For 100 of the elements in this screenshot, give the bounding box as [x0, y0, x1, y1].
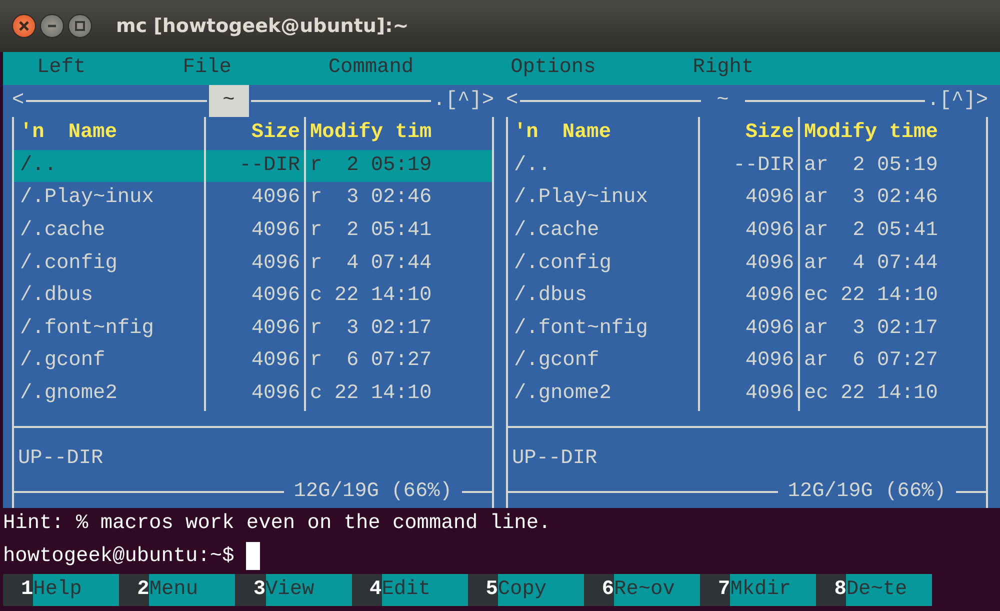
file-size: 4096	[745, 252, 794, 275]
file-name: /..	[514, 154, 551, 177]
file-size: 4096	[745, 349, 794, 372]
file-time: r 6 07:27	[310, 349, 432, 372]
file-time: r 2 05:19	[310, 154, 432, 177]
file-name: /.gnome2	[20, 382, 118, 405]
function-key[interactable]: View	[266, 574, 352, 606]
file-time: r 2 05:41	[310, 218, 432, 242]
file-row[interactable]: /.. --DIR r 2 05:19	[14, 150, 492, 182]
file-time: r 3 02:17	[310, 316, 432, 340]
window-title: mc [howtogeek@ubuntu]:~	[116, 14, 409, 39]
file-size: 4096	[251, 218, 300, 242]
file-size: 4096	[745, 316, 794, 340]
file-name: /.font~nfig	[514, 316, 648, 340]
hint-text: Hint: % macros work even on the command line.	[3, 511, 552, 538]
nav-arrow[interactable]: <	[506, 84, 518, 118]
file-time: ar 2 05:41	[804, 218, 938, 242]
file-time: ar 3 02:46	[804, 186, 938, 210]
file-row[interactable]: /.config 4096 r 4 07:44	[14, 248, 492, 280]
function-key[interactable]: Mkdir	[730, 574, 816, 606]
column-header: 'n	[514, 120, 538, 146]
key-number: 6	[584, 574, 614, 606]
nav-buttons[interactable]: .[^]>	[927, 84, 988, 118]
nav-arrow[interactable]: <	[12, 84, 24, 118]
file-name: /.font~nfig	[20, 316, 154, 340]
menu-item[interactable]: Right	[692, 52, 754, 85]
path-label: ~	[208, 84, 249, 118]
mini-status: UP--DIR	[512, 447, 598, 470]
file-size: 4096	[745, 284, 794, 308]
file-size: --DIR	[239, 154, 300, 177]
function-key[interactable]: Menu	[149, 574, 236, 606]
file-row[interactable]: /.gconf 4096 ar 6 07:27	[508, 345, 986, 378]
file-row[interactable]: /.Play~inux 4096 ar 3 02:46	[508, 182, 986, 215]
file-time: ec 22 14:10	[804, 382, 938, 405]
nav-buttons[interactable]: .[^]>	[433, 84, 494, 118]
file-row[interactable]: /.dbus 4096 ec 22 14:10	[508, 280, 986, 313]
file-size: 4096	[251, 382, 300, 405]
key-number: 3	[235, 574, 266, 606]
menu-item[interactable]: File	[182, 52, 232, 85]
file-time: c 22 14:10	[310, 284, 432, 308]
file-row[interactable]: /.cache 4096 r 2 05:41	[14, 214, 492, 248]
path-label: ~	[716, 88, 730, 114]
column-header[interactable]: Modify tim	[310, 121, 432, 144]
file-row[interactable]: /.gconf 4096 r 6 07:27	[14, 345, 492, 378]
file-row[interactable]: /.dbus 4096 c 22 14:10	[14, 280, 492, 313]
prompt-text: howtogeek@ubuntu:~$	[3, 544, 234, 568]
cursor	[246, 542, 260, 570]
file-name: /..	[20, 154, 57, 177]
file-name: /.config	[514, 252, 612, 275]
file-size: 4096	[251, 252, 300, 275]
column-header[interactable]: Name	[562, 117, 612, 150]
file-size: 4096	[745, 382, 794, 405]
file-row[interactable]: /.. --DIR ar 2 05:19	[508, 150, 986, 182]
function-key[interactable]: Help	[33, 574, 120, 606]
function-key[interactable]: Edit	[382, 574, 468, 606]
file-row[interactable]: /.gnome2 4096 c 22 14:10	[14, 378, 492, 411]
key-number: 8	[816, 574, 846, 606]
column-header[interactable]: Modify time	[804, 121, 938, 144]
key-number: 4	[352, 574, 382, 606]
file-row[interactable]: /.config 4096 ar 4 07:44	[508, 248, 986, 280]
file-name: /.config	[20, 252, 118, 275]
file-size: 4096	[251, 284, 300, 308]
key-number: 5	[468, 574, 498, 606]
key-number: 2	[119, 574, 150, 606]
menu-item[interactable]: Command	[328, 52, 414, 85]
file-name: /.gconf	[514, 349, 600, 372]
function-key[interactable]: De~te	[846, 574, 932, 606]
function-key[interactable]: Re~ov	[614, 574, 700, 606]
function-key[interactable]: Copy	[498, 574, 584, 606]
column-header: 'n	[20, 120, 44, 146]
menu-item[interactable]: Left	[37, 52, 86, 85]
file-size: 4096	[745, 186, 794, 210]
file-row[interactable]: /.Play~inux 4096 r 3 02:46	[14, 182, 492, 215]
column-header[interactable]: Name	[68, 117, 118, 150]
file-name: /.gconf	[20, 349, 106, 372]
file-row[interactable]: /.font~nfig 4096 ar 3 02:17	[508, 312, 986, 346]
file-name: /.dbus	[20, 284, 94, 308]
maximize-icon[interactable]	[68, 14, 92, 38]
file-time: ec 22 14:10	[804, 284, 938, 308]
file-name: /.Play~inux	[20, 186, 154, 210]
file-size: 4096	[251, 186, 300, 210]
file-row[interactable]: /.font~nfig 4096 r 3 02:17	[14, 312, 492, 346]
file-row[interactable]: /.cache 4096 ar 2 05:41	[508, 214, 986, 248]
file-name: /.Play~inux	[514, 186, 648, 210]
file-row[interactable]: /.gnome2 4096 ec 22 14:10	[508, 378, 986, 411]
file-name: /.cache	[514, 218, 600, 242]
file-size: 4096	[745, 218, 794, 242]
file-size: 4096	[251, 349, 300, 372]
mini-status: UP--DIR	[18, 447, 104, 470]
file-time: ar 3 02:17	[804, 316, 938, 340]
close-icon[interactable]	[12, 14, 36, 38]
minimize-icon[interactable]	[40, 14, 64, 38]
file-time: ar 6 07:27	[804, 349, 938, 372]
file-time: c 22 14:10	[310, 382, 432, 405]
menu-item[interactable]: Options	[510, 52, 596, 85]
file-time: ar 2 05:19	[804, 154, 938, 177]
key-number: 7	[700, 574, 730, 606]
column-header[interactable]: Size	[251, 121, 300, 144]
key-number: 1	[3, 574, 34, 606]
column-header[interactable]: Size	[745, 121, 794, 144]
